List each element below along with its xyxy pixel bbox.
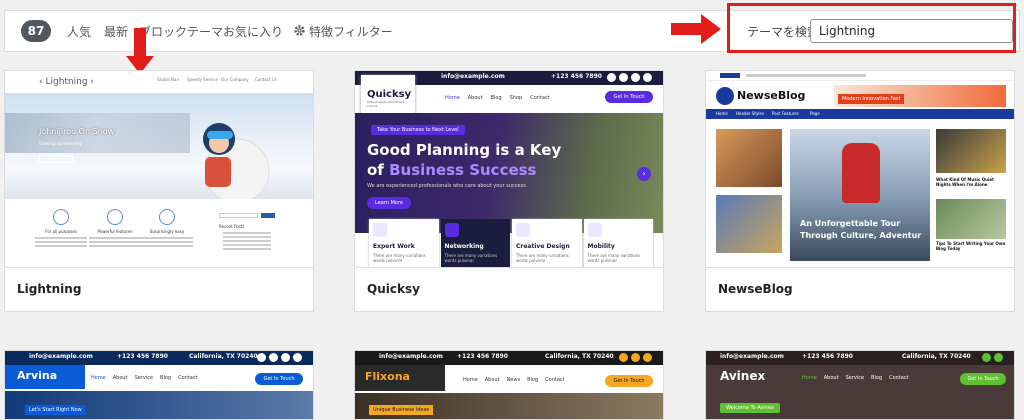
filter-popular[interactable]: 人気	[67, 23, 91, 40]
preview-nav-item: Speedy Service	[187, 77, 218, 82]
preview-image	[716, 129, 782, 187]
preview-image	[716, 195, 782, 253]
preview-hero: Johnijirou On Snow Growing up everyday R…	[5, 93, 313, 199]
filter-latest[interactable]: 最新	[104, 23, 128, 40]
preview-cta: Get In Touch	[960, 373, 1006, 385]
preview-location: California, TX 70240	[902, 353, 971, 360]
preview-logo: NewseBlog	[737, 89, 806, 102]
preview-feature: For all purposes	[31, 209, 91, 249]
theme-filter-bar: 87 人気 最新 ブロックテーマ お気に入り 特徴フィルター テーマを検索	[4, 10, 1020, 52]
preview-ad: Modern Innovation Fast	[834, 85, 1006, 107]
preview-feature: Powerful features	[85, 209, 145, 249]
arrow-down-icon	[126, 28, 154, 74]
feature-filter-button[interactable]: 特徴フィルター	[309, 23, 393, 40]
theme-card-lightning[interactable]: ‹ Lightning › Global Nav Speedy Service …	[4, 70, 314, 312]
theme-card-quicksy[interactable]: info@example.com +123 456 7890 Quicksy M…	[354, 70, 664, 312]
theme-name[interactable]: Lightning	[5, 267, 313, 311]
preview-email: info@example.com	[379, 353, 443, 360]
preview-logo-icon	[716, 87, 734, 105]
preview-email: info@example.com	[720, 353, 784, 360]
preview-feature: Surprisingly easy	[137, 209, 197, 249]
preview-cta: Get In Touch	[605, 91, 653, 103]
preview-email: info@example.com	[441, 73, 505, 80]
preview-logo-box: Quicksy Multi-Purpose WordPress Theme	[361, 75, 415, 117]
theme-screenshot[interactable]: info@example.com +123 456 7890 Californi…	[706, 351, 1014, 419]
preview-services: Expert Work There are many variations wo…	[369, 219, 653, 269]
preview-hero: Take Your Business to Next Level Good Pl…	[355, 113, 663, 233]
preview-hero-subtitle: Growing up everyday	[39, 141, 82, 146]
preview-navbar: Home Header Styles Post Features Page	[706, 109, 1014, 119]
preview-cta: Get In Touch	[255, 373, 303, 385]
preview-topbar: info@example.com +123 456 7890 Californi…	[355, 351, 663, 365]
preview-logo: Avinex	[720, 369, 766, 383]
preview-nav: Home About Service Blog Contact	[91, 375, 198, 381]
preview-nav-item: Contact Us	[255, 77, 277, 82]
preview-hero-button: READ MORE	[39, 155, 73, 163]
preview-nav-item: Our Company	[221, 77, 249, 82]
preview-nav-item: Global Nav	[157, 77, 179, 82]
theme-screenshot[interactable]: NewseBlog Modern Innovation Fast Home He…	[706, 71, 1014, 269]
theme-card-avinex[interactable]: info@example.com +123 456 7890 Californi…	[705, 350, 1015, 420]
preview-hero: Let's Start Right Now	[5, 391, 313, 419]
preview-phone: +123 456 7890	[117, 353, 168, 360]
preview-logo: ‹ Lightning ›	[39, 77, 95, 87]
theme-screenshot[interactable]: ‹ Lightning › Global Nav Speedy Service …	[5, 71, 313, 269]
preview-nav: Home About Service Blog Contact	[802, 375, 909, 381]
preview-email: info@example.com	[29, 353, 93, 360]
preview-topbar	[706, 71, 1014, 81]
preview-feature-image: An Unforgettable Tour Through Culture, A…	[790, 129, 930, 261]
preview-sidebar: Recent Posts	[219, 213, 275, 252]
preview-location: California, TX 70240	[545, 353, 614, 360]
preview-side-title: Tips To Start Writing Your Own Blog Toda…	[936, 241, 1006, 251]
preview-nav: Home About Blog Shop Contact	[445, 95, 550, 101]
theme-card-newseblog[interactable]: NewseBlog Modern Innovation Fast Home He…	[705, 70, 1015, 312]
preview-header: ‹ Lightning › Global Nav Speedy Service …	[5, 71, 313, 93]
theme-screenshot[interactable]: info@example.com +123 456 7890 Californi…	[5, 351, 313, 419]
preview-phone: +123 456 7890	[457, 353, 508, 360]
preview-logo-box: Arvina	[5, 365, 85, 389]
arrow-right-icon	[671, 14, 721, 44]
theme-screenshot[interactable]: info@example.com +123 456 7890 Californi…	[355, 351, 663, 419]
theme-name[interactable]: NewseBlog	[706, 267, 1014, 311]
preview-hero: Unique Business Ideas	[355, 393, 663, 419]
preview-image	[936, 129, 1006, 173]
theme-name[interactable]: Quicksy	[355, 267, 663, 311]
theme-card-flixona[interactable]: info@example.com +123 456 7890 Californi…	[354, 350, 664, 420]
preview-cta: Get In Touch	[605, 375, 653, 387]
theme-count-badge: 87	[21, 20, 51, 42]
theme-card-arvina[interactable]: info@example.com +123 456 7890 Californi…	[4, 350, 314, 420]
preview-location: California, TX 70240	[189, 353, 258, 360]
preview-phone: +123 456 7890	[551, 73, 602, 80]
preview-hero-title: Johnijirou On Snow	[39, 127, 115, 136]
preview-logo-box: Flixona	[355, 365, 445, 391]
preview-topbar: info@example.com +123 456 7890 Californi…	[5, 351, 313, 365]
theme-screenshot[interactable]: info@example.com +123 456 7890 Quicksy M…	[355, 71, 663, 269]
search-label: テーマを検索	[747, 25, 820, 39]
preview-phone: +123 456 7890	[802, 353, 853, 360]
filter-favorites[interactable]: お気に入り	[223, 23, 283, 40]
gear-icon[interactable]	[293, 24, 306, 37]
preview-side-title: What Kind Of Music Quiet Nights When I'm…	[936, 177, 994, 187]
snowboarder-image	[203, 123, 270, 199]
theme-search-input[interactable]	[810, 19, 1013, 43]
preview-nav: Home About News Blog Contact	[463, 377, 565, 383]
preview-image	[936, 199, 1006, 239]
preview-topbar: info@example.com +123 456 7890 Californi…	[706, 351, 1014, 365]
